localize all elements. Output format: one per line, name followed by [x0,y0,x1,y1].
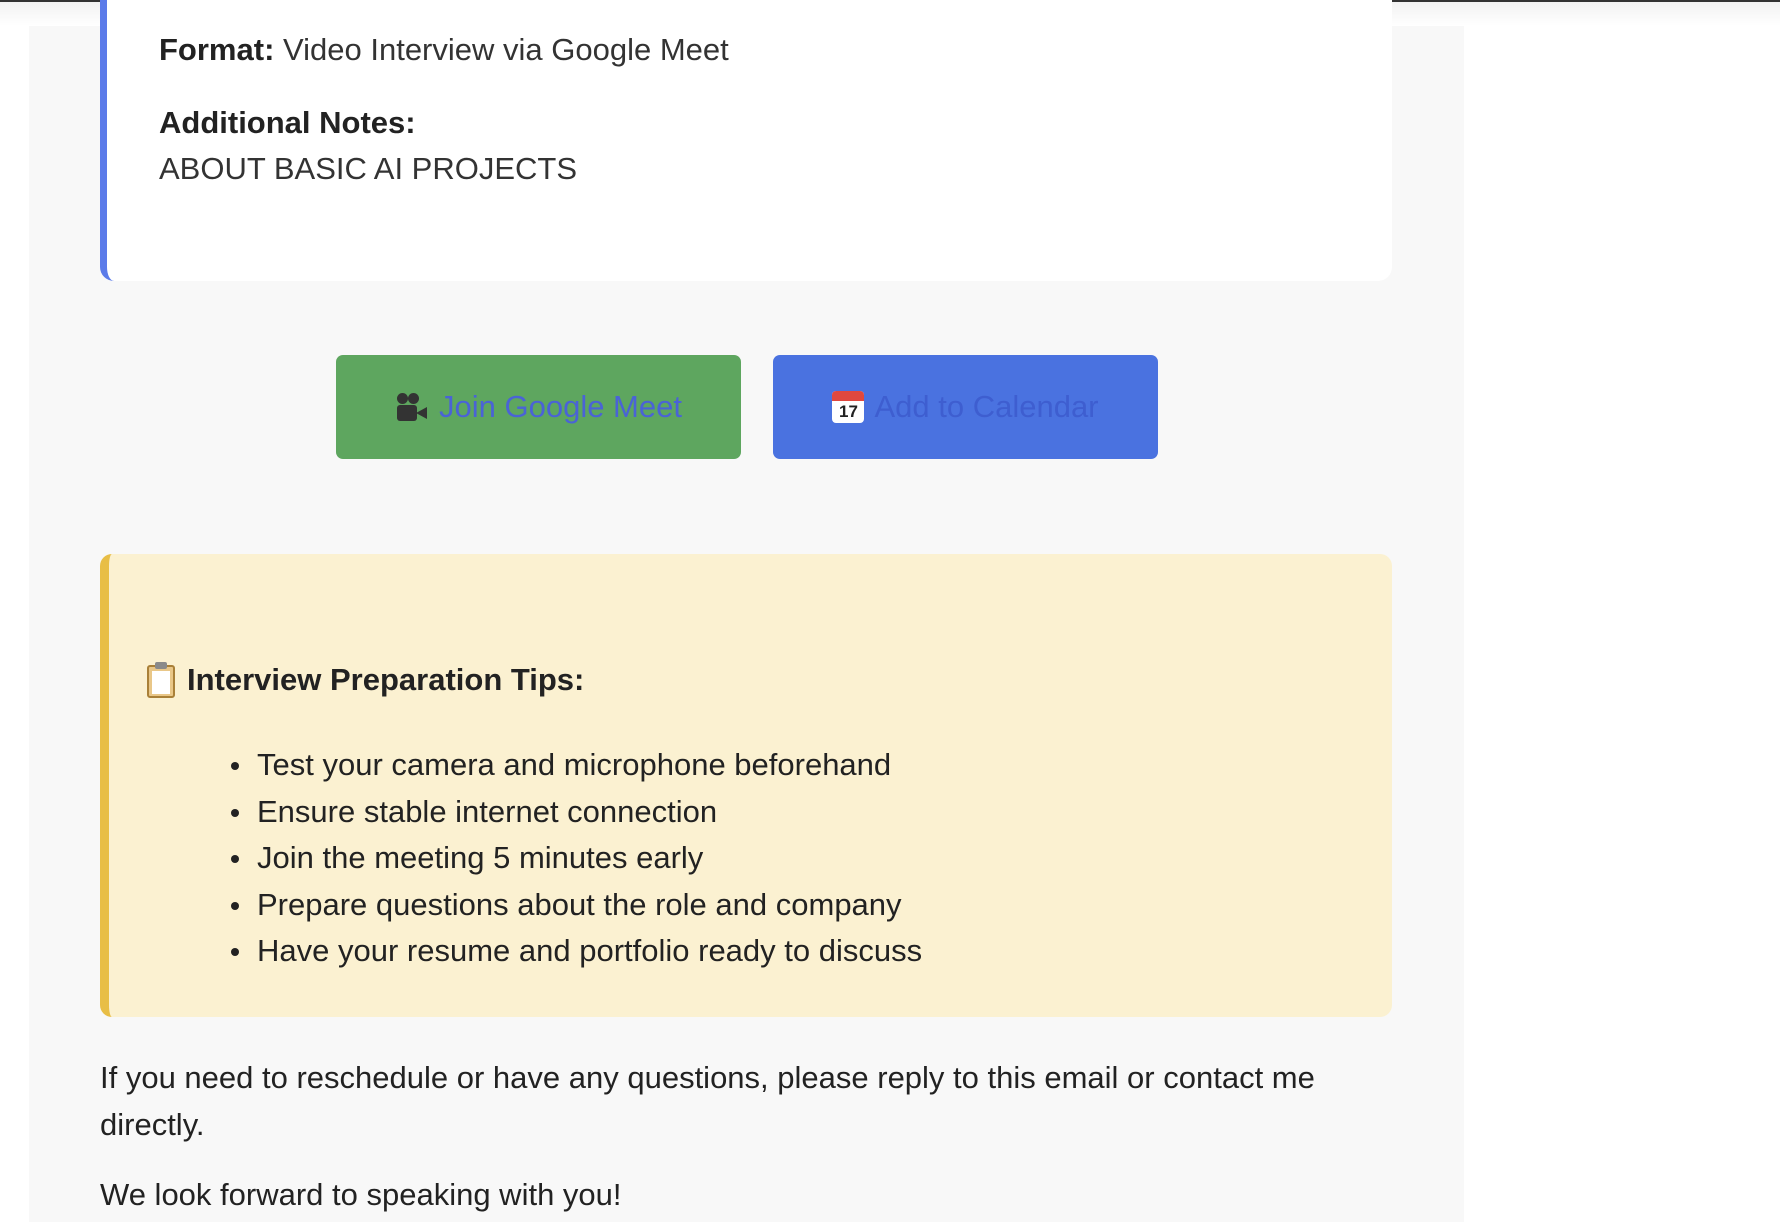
format-value: Video Interview via Google Meet [283,32,729,67]
tips-heading: Interview Preparation Tips: [147,662,584,698]
format-line: Format: Video Interview via Google Meet [159,32,729,68]
join-google-meet-label: Join Google Meet [439,389,682,424]
email-body: Format: Video Interview via Google Meet … [29,0,1464,1222]
tips-title: Interview Preparation Tips: [187,662,585,697]
reschedule-paragraph: If you need to reschedule or have any qu… [100,1060,1315,1142]
additional-notes-label: Additional Notes: [159,105,416,140]
calendar-icon: 17 [832,391,865,423]
tip-item: Have your resume and portfolio ready to … [230,928,922,975]
preparation-tips-box: Interview Preparation Tips: Test your ca… [100,554,1392,1017]
movie-camera-icon [395,391,429,423]
interview-details-card: Format: Video Interview via Google Meet … [100,0,1392,281]
tips-list: Test your camera and microphone beforeha… [230,742,922,975]
calendar-icon-day: 17 [839,402,858,421]
tip-item: Join the meeting 5 minutes early [230,835,922,882]
tip-item: Test your camera and microphone beforeha… [230,742,922,789]
signoff-text: We look forward to speaking with you! [100,1177,622,1212]
format-label: Format: [159,32,275,67]
tip-item: Ensure stable internet connection [230,789,922,836]
clipboard-icon [147,662,175,698]
additional-notes-value: ABOUT BASIC AI PROJECTS [159,151,578,186]
tip-item: Prepare questions about the role and com… [230,882,922,929]
add-to-calendar-button[interactable]: 17 Add to Calendar [773,355,1158,459]
add-to-calendar-label: Add to Calendar [874,389,1099,424]
join-google-meet-button[interactable]: Join Google Meet [336,355,741,459]
